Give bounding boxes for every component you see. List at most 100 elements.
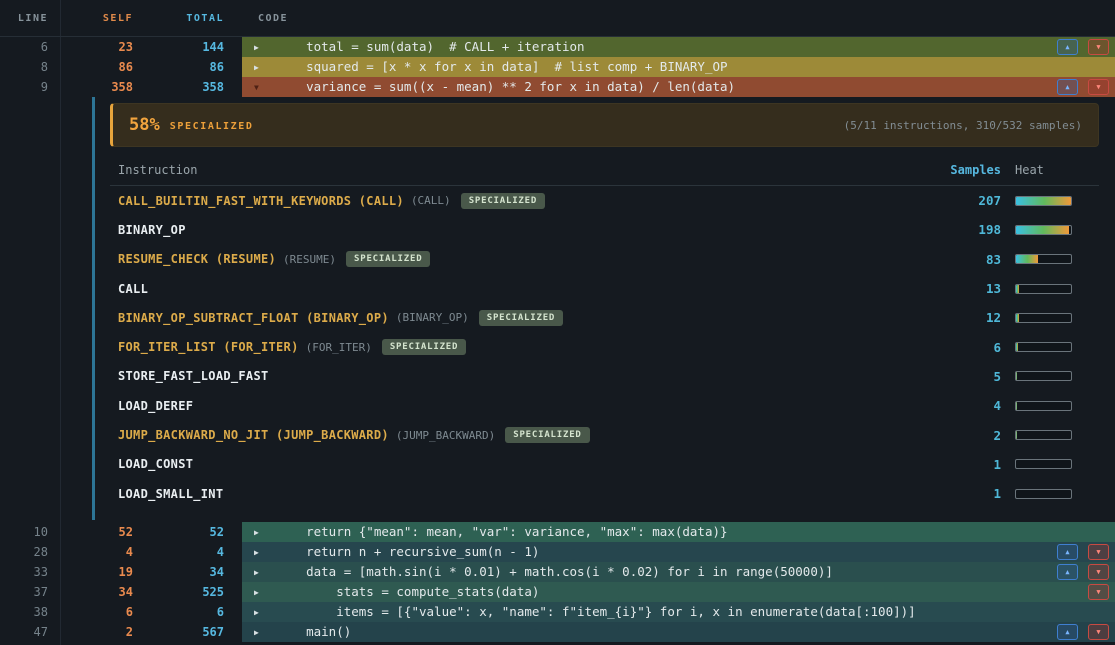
source-code: total = sum(data) # CALL + iteration <box>276 37 585 57</box>
specialized-percent: 58% <box>129 115 160 135</box>
jump-down-button[interactable]: ▼ <box>1088 584 1109 600</box>
heat-bar <box>1015 284 1072 294</box>
instruction-row: CALL 13 <box>110 274 1099 303</box>
instruction-table-header: Instruction Samples Heat <box>110 157 1099 186</box>
code-rows-bottom: 10 52 52 ▶ return {"mean": mean, "var": … <box>0 522 1115 642</box>
instruction-sample-count: 13 <box>931 281 1001 296</box>
expand-toggle-icon[interactable]: ▶ <box>254 63 266 72</box>
jump-up-button[interactable]: ▲ <box>1057 39 1078 55</box>
heat-bar <box>1015 225 1072 235</box>
instruction-label-group: JUMP_BACKWARD_NO_JIT (JUMP_BACKWARD) (JU… <box>118 427 931 443</box>
self-samples: 6 <box>60 602 140 622</box>
code-cell[interactable]: ▼ variance = sum((x - mean) ** 2 for x i… <box>242 77 1115 97</box>
code-cell[interactable]: ▶ main() ▲ ▼ <box>242 622 1115 642</box>
instruction-row: LOAD_CONST 1 <box>110 450 1099 479</box>
jump-up-button[interactable]: ▲ <box>1057 624 1078 640</box>
instruction-base-opcode: (RESUME) <box>283 253 336 266</box>
code-cell[interactable]: ▶ return {"mean": mean, "var": variance,… <box>242 522 1115 542</box>
source-code: squared = [x * x for x in data] # list c… <box>276 57 728 77</box>
heat-bar-fill <box>1016 343 1018 351</box>
heat-bar <box>1015 371 1072 381</box>
instruction-row: FOR_ITER_LIST (FOR_ITER) (FOR_ITER) SPEC… <box>110 332 1099 361</box>
jump-down-button[interactable]: ▼ <box>1088 564 1109 580</box>
instruction-base-opcode: (JUMP_BACKWARD) <box>396 429 495 442</box>
heat-bar <box>1015 254 1072 264</box>
expanded-line-detail: 58% SPECIALIZED (5/11 instructions, 310/… <box>0 97 1115 522</box>
instruction-name: STORE_FAST_LOAD_FAST <box>118 369 269 383</box>
instruction-sample-count: 198 <box>931 222 1001 237</box>
column-header-instruction: Instruction <box>118 163 931 177</box>
instruction-row: JUMP_BACKWARD_NO_JIT (JUMP_BACKWARD) (JU… <box>110 420 1099 449</box>
code-row: 9 358 358 ▼ variance = sum((x - mean) **… <box>0 77 1115 97</box>
total-samples: 358 <box>140 77 230 97</box>
heat-bar-fill <box>1016 314 1019 322</box>
self-samples: 2 <box>60 622 140 642</box>
heat-bar-cell <box>1001 342 1091 352</box>
instruction-label-group: STORE_FAST_LOAD_FAST <box>118 369 931 383</box>
expand-toggle-icon[interactable]: ▶ <box>254 608 266 617</box>
total-samples: 567 <box>140 622 230 642</box>
column-header-samples: Samples <box>931 163 1001 177</box>
heat-bar-fill <box>1016 372 1017 380</box>
expand-toggle-icon[interactable]: ▶ <box>254 568 266 577</box>
jump-down-button[interactable]: ▼ <box>1088 624 1109 640</box>
heat-bar-cell <box>1001 313 1091 323</box>
expand-toggle-icon[interactable]: ▶ <box>254 628 266 637</box>
self-samples: 358 <box>60 77 140 97</box>
instruction-label-group: CALL <box>118 282 931 296</box>
instruction-sample-count: 2 <box>931 428 1001 443</box>
expand-toggle-icon[interactable]: ▶ <box>254 528 266 537</box>
expand-toggle-icon[interactable]: ▶ <box>254 43 266 52</box>
expand-toggle-icon[interactable]: ▶ <box>254 588 266 597</box>
instruction-label-group: BINARY_OP_SUBTRACT_FLOAT (BINARY_OP) (BI… <box>118 310 931 326</box>
instruction-sample-count: 83 <box>931 252 1001 267</box>
total-samples: 52 <box>140 522 230 542</box>
code-row: 37 34 525 ▶ stats = compute_stats(data) … <box>0 582 1115 602</box>
instruction-name: RESUME_CHECK (RESUME) <box>118 252 276 266</box>
code-row: 6 23 144 ▶ total = sum(data) # CALL + it… <box>0 37 1115 57</box>
specialized-badge: SPECIALIZED <box>382 339 466 355</box>
instruction-name: LOAD_DEREF <box>118 399 193 413</box>
jump-up-button[interactable]: ▲ <box>1057 79 1078 95</box>
specialized-badge: SPECIALIZED <box>479 310 563 326</box>
total-samples: 525 <box>140 582 230 602</box>
source-code: items = [{"value": x, "name": f"item_{i}… <box>276 602 916 622</box>
line-number: 10 <box>0 522 60 542</box>
jump-down-button[interactable]: ▼ <box>1088 544 1109 560</box>
code-cell[interactable]: ▶ squared = [x * x for x in data] # list… <box>242 57 1115 77</box>
expand-toggle-icon[interactable]: ▼ <box>254 83 266 92</box>
instruction-label-group: CALL_BUILTIN_FAST_WITH_KEYWORDS (CALL) (… <box>118 193 931 209</box>
code-cell[interactable]: ▶ data = [math.sin(i * 0.01) + math.cos(… <box>242 562 1115 582</box>
code-cell[interactable]: ▶ return n + recursive_sum(n - 1) ▲ ▼ <box>242 542 1115 562</box>
instruction-label-group: LOAD_SMALL_INT <box>118 487 931 501</box>
heat-bar-cell <box>1001 430 1091 440</box>
expansion-guide-line <box>92 97 95 520</box>
instruction-row: STORE_FAST_LOAD_FAST 5 <box>110 362 1099 391</box>
instruction-name: BINARY_OP <box>118 223 186 237</box>
instruction-sample-count: 207 <box>931 193 1001 208</box>
jump-down-button[interactable]: ▼ <box>1088 39 1109 55</box>
source-code: data = [math.sin(i * 0.01) + math.cos(i … <box>276 562 833 582</box>
instruction-label-group: LOAD_DEREF <box>118 399 931 413</box>
heat-bar-cell <box>1001 489 1091 499</box>
expand-toggle-icon[interactable]: ▶ <box>254 548 266 557</box>
instruction-label-group: BINARY_OP <box>118 223 931 237</box>
code-cell[interactable]: ▶ items = [{"value": x, "name": f"item_{… <box>242 602 1115 622</box>
instruction-sample-count: 1 <box>931 486 1001 501</box>
total-samples: 34 <box>140 562 230 582</box>
column-header-line: LINE <box>0 13 60 24</box>
instruction-name: LOAD_CONST <box>118 457 193 471</box>
jump-down-button[interactable]: ▼ <box>1088 79 1109 95</box>
line-number: 9 <box>0 77 60 97</box>
code-cell[interactable]: ▶ total = sum(data) # CALL + iteration ▲… <box>242 37 1115 57</box>
code-row: 28 4 4 ▶ return n + recursive_sum(n - 1)… <box>0 542 1115 562</box>
source-code: main() <box>276 622 351 642</box>
code-cell[interactable]: ▶ stats = compute_stats(data) ▲ ▼ <box>242 582 1115 602</box>
jump-up-button[interactable]: ▲ <box>1057 544 1078 560</box>
specialized-badge: SPECIALIZED <box>346 251 430 267</box>
heat-bar-fill <box>1016 255 1038 263</box>
column-header-code: CODE <box>230 13 1115 24</box>
jump-up-button[interactable]: ▲ <box>1057 564 1078 580</box>
line-number: 8 <box>0 57 60 77</box>
row-nav-buttons: ▲ ▼ <box>1057 584 1109 600</box>
